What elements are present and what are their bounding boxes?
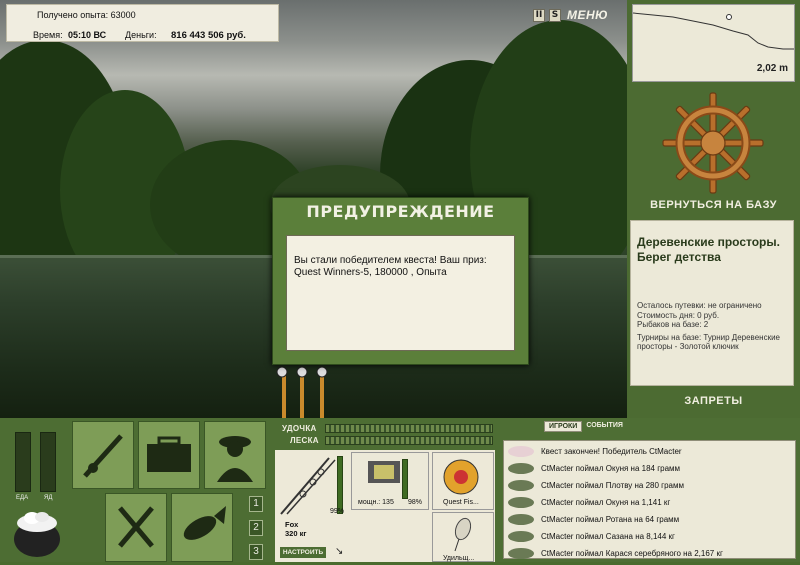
- line-name: Quest Fis...: [443, 499, 479, 506]
- rod-name: Fox: [285, 520, 299, 529]
- fish-icon: [183, 506, 226, 540]
- lure-slot[interactable]: Удильщ...: [432, 512, 494, 562]
- dialog-message: Вы стали победителем квеста! Ваш приз: Q…: [286, 235, 515, 351]
- fish-icon: [508, 548, 534, 559]
- food-bar: [15, 432, 31, 492]
- slot-3-button[interactable]: 3: [249, 544, 263, 560]
- log-entry: CtMacter поймал Окуня на 1,141 кг: [541, 498, 671, 507]
- line-spool-icon: [443, 459, 479, 495]
- event-log: Квест закончен! Победитель CtMacter CtMa…: [503, 440, 796, 559]
- reel-slot[interactable]: мощн.: 135 98%: [351, 452, 429, 510]
- rod-tension-gauge: [325, 424, 493, 433]
- location-info-panel: Деревенские просторы. Берег детства Оста…: [630, 220, 794, 386]
- cauldron-icon[interactable]: [10, 505, 65, 562]
- money-label: Деньги:: [125, 30, 157, 40]
- xp-label: Получено опыта:: [37, 10, 109, 20]
- player-info-panel: Получено опыта: 63000 Время: 05:10 ВС Де…: [6, 4, 279, 42]
- depth-value: 2,02 m: [756, 63, 788, 74]
- list-item: CtMacter поймал Плотву на 280 грамм: [504, 477, 797, 494]
- pause-button[interactable]: II: [533, 8, 545, 22]
- list-item: CtMacter поймал Сазана на 8,144 кг: [504, 528, 797, 545]
- log-entry: Квест закончен! Победитель CtMacter: [541, 447, 682, 456]
- back-to-base-button[interactable]: ВЕРНУТЬСЯ НА БАЗУ: [627, 199, 800, 211]
- dialog-title: ПРЕДУПРЕЖДЕНИЕ: [306, 202, 495, 221]
- log-entry: CtMacter поймал Плотву на 280 грамм: [541, 481, 684, 490]
- sound-button[interactable]: S: [549, 8, 561, 22]
- slot-2-button[interactable]: 2: [249, 520, 263, 536]
- reel-power: мощн.: 135: [358, 499, 394, 506]
- fisherman-tile[interactable]: [204, 421, 266, 489]
- time-value: 05:10 ВС: [68, 30, 107, 40]
- location-line: Турниры на базе: Турнир Деревенские прос…: [637, 332, 780, 352]
- fish-icon: [508, 531, 534, 542]
- xp-row: Получено опыта: 63000: [37, 10, 136, 20]
- lure-name: Удильщ...: [443, 555, 475, 562]
- reel-condition-bar: [402, 459, 408, 499]
- list-item: CtMacter поймал Ротана на 64 грамм: [504, 511, 797, 528]
- line-slot[interactable]: Quest Fis...: [432, 452, 494, 510]
- log-entry: CtMacter поймал Карася серебряного на 2,…: [541, 549, 723, 558]
- log-entry: CtMacter поймал Окуня на 184 грамм: [541, 464, 681, 473]
- list-item: CtMacter поймал Окуня на 1,141 кг: [504, 494, 797, 511]
- fish-icon: [508, 480, 534, 491]
- fish-icon: [508, 463, 534, 474]
- list-item: CtMacter поймал Окуня на 184 грамм: [504, 460, 797, 477]
- tackle-box-tile[interactable]: [138, 421, 200, 489]
- bans-button[interactable]: ЗАПРЕТЫ: [627, 395, 800, 407]
- tab-players[interactable]: ИГРОКИ: [544, 421, 583, 432]
- rod-condition-bar: [337, 456, 343, 514]
- poison-label: ЯД: [44, 495, 53, 501]
- food-tile[interactable]: [105, 493, 167, 562]
- rod-percent: 99%: [330, 508, 345, 515]
- location-title: Деревенские просторы. Берег детства: [637, 235, 780, 264]
- line-label: ЛЕСКА: [290, 436, 319, 445]
- slot-1-button[interactable]: 1: [249, 496, 263, 512]
- lure-icon: [454, 517, 472, 552]
- fish-icon: [508, 497, 534, 508]
- food-label: ЕДА: [16, 495, 29, 501]
- log-entry: CtMacter поймал Ротана на 64 грамм: [541, 515, 680, 524]
- list-item: Квест закончен! Победитель CtMacter: [504, 443, 797, 460]
- fork-knife-icon: [118, 506, 154, 548]
- warning-dialog[interactable]: ПРЕДУПРЕЖДЕНИЕ Вы стали победителем квес…: [272, 197, 529, 365]
- gear-panel: 99% Fox 320 кг НАСТРОИТЬ ↘ мощн.: 135 98…: [275, 450, 495, 562]
- rod-weight: 320 кг: [285, 529, 307, 538]
- rod-label: УДОЧКА: [282, 424, 317, 433]
- time-label: Время:: [33, 30, 63, 40]
- rod-holders[interactable]: [270, 362, 340, 418]
- reel-percent: 98%: [408, 499, 423, 506]
- menu-button[interactable]: МЕНЮ: [567, 8, 608, 22]
- log-tabs: ИГРОКИ СОБЫТИЯ: [544, 421, 623, 432]
- fish-icon: [508, 514, 534, 525]
- fish-tile[interactable]: [171, 493, 233, 562]
- rod-icon: [508, 446, 534, 457]
- tab-events[interactable]: СОБЫТИЯ: [586, 421, 623, 432]
- list-item: CtMacter поймал Карася серебряного на 2,…: [504, 545, 797, 562]
- poison-bar: [40, 432, 56, 492]
- expand-arrow-icon[interactable]: ↘: [335, 546, 343, 557]
- fisherman-icon: [217, 436, 253, 482]
- tackle-box-icon: [147, 436, 191, 472]
- log-entry: CtMacter поймал Сазана на 8,144 кг: [541, 532, 675, 541]
- adjust-button[interactable]: НАСТРОИТЬ: [280, 547, 326, 558]
- top-controls: II S МЕНЮ: [533, 7, 608, 23]
- rod-reel-icon[interactable]: [277, 454, 337, 518]
- xp-value: 63000: [110, 10, 136, 20]
- rod-icon: [83, 434, 123, 478]
- money-value: 816 443 506 руб.: [171, 30, 246, 41]
- reel-icon: [368, 461, 400, 483]
- rod-status-bars: УДОЧКА ЛЕСКА: [280, 421, 495, 447]
- location-line: Рыбаков на базе: 2: [637, 320, 709, 329]
- rods-tile[interactable]: [72, 421, 134, 489]
- depth-profile: 2,02 m: [632, 4, 795, 82]
- location-line: Осталось путевки: не ограничено: [637, 301, 762, 310]
- line-tension-gauge: [325, 436, 493, 445]
- location-line: Стоимость дня: 0 руб.: [637, 310, 720, 320]
